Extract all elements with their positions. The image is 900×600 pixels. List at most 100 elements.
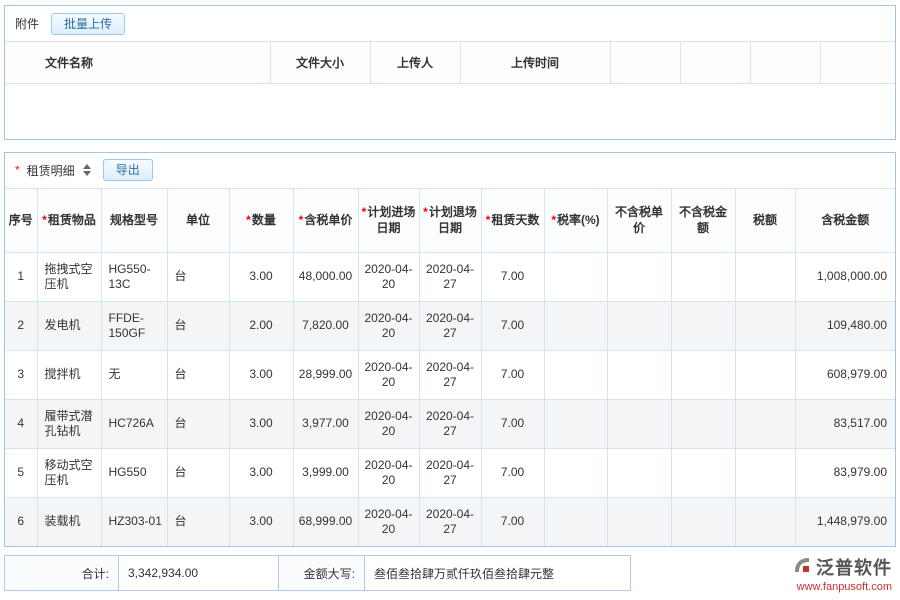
rental-cell: 48,000.00 <box>293 252 358 301</box>
rental-cell: 3.00 <box>229 399 293 448</box>
rental-cell <box>735 252 795 301</box>
rental-cell: 7.00 <box>481 497 544 546</box>
rental-cell: 台 <box>167 350 229 399</box>
rental-cell: 发电机 <box>37 301 101 350</box>
rental-cell: 3.00 <box>229 448 293 497</box>
rental-cell <box>544 448 607 497</box>
rental-cell: 2020-04-27 <box>419 350 481 399</box>
rental-cell <box>671 301 735 350</box>
rental-cell: 7.00 <box>481 301 544 350</box>
rental-cell: 3.00 <box>229 252 293 301</box>
rental-cell <box>544 350 607 399</box>
export-button[interactable]: 导出 <box>103 159 153 181</box>
sort-up-icon <box>83 164 91 169</box>
required-asterisk: * <box>486 213 491 227</box>
rental-cell: 2020-04-27 <box>419 252 481 301</box>
rental-cell: 2020-04-20 <box>358 497 419 546</box>
rental-cell: 台 <box>167 399 229 448</box>
rental-cell: 2020-04-20 <box>358 350 419 399</box>
rental-row[interactable]: 4履带式潜孔钻机HC726A台3.003,977.002020-04-20202… <box>5 399 895 448</box>
rental-cell: 台 <box>167 448 229 497</box>
rental-cell <box>735 350 795 399</box>
rental-cell: 3 <box>5 350 37 399</box>
rental-cell <box>671 350 735 399</box>
rental-cell: 装载机 <box>37 497 101 546</box>
rental-cell: 2020-04-27 <box>419 448 481 497</box>
total-label: 合计: <box>4 555 119 591</box>
rental-cell <box>544 497 607 546</box>
rental-row[interactable]: 6装载机HZ303-01台3.0068,999.002020-04-202020… <box>5 497 895 546</box>
rental-col-header: 单位 <box>167 188 229 252</box>
rental-panel: * 租赁明细 导出 序号*租赁物品规格型号单位*数量*含税单价*计划进场日期*计… <box>4 152 896 548</box>
rental-row[interactable]: 1拖拽式空压机HG550-13C台3.0048,000.002020-04-20… <box>5 252 895 301</box>
sort-control[interactable] <box>83 164 91 176</box>
required-asterisk: * <box>423 205 428 219</box>
rental-col-header: 序号 <box>5 188 37 252</box>
attachment-col-header <box>610 42 680 84</box>
rental-detail-title: 租赁明细 <box>27 162 75 179</box>
summary-bar: 合计: 3,342,934.00 金额大写: 叁佰叁拾肆万贰仟玖佰叁拾肆元整 泛… <box>4 555 896 591</box>
rental-cell <box>607 448 671 497</box>
rental-cell <box>735 301 795 350</box>
brand-name: 泛普软件 <box>816 554 892 580</box>
rental-cell: 3.00 <box>229 497 293 546</box>
rental-cell: 无 <box>101 350 167 399</box>
rental-cell <box>607 399 671 448</box>
rental-cell <box>607 497 671 546</box>
rental-cell: 2 <box>5 301 37 350</box>
rental-col-header: *含税单价 <box>293 188 358 252</box>
rental-cell: 83,979.00 <box>795 448 895 497</box>
brand-logo: 泛普软件 www.fanpusoft.com <box>792 555 896 591</box>
rental-row[interactable]: 2发电机FFDE-150GF台2.007,820.002020-04-20202… <box>5 301 895 350</box>
rental-col-header: *租赁物品 <box>37 188 101 252</box>
rental-cell: 2020-04-27 <box>419 497 481 546</box>
rental-header-row: 序号*租赁物品规格型号单位*数量*含税单价*计划进场日期*计划退场日期*租赁天数… <box>5 188 895 252</box>
attachment-col-header <box>750 42 820 84</box>
rental-cell <box>735 497 795 546</box>
rental-cell: 2020-04-20 <box>358 301 419 350</box>
rental-cell: 6 <box>5 497 37 546</box>
attachment-panel: 附件 批量上传 文件名称文件大小上传人上传时间 <box>4 5 896 140</box>
rental-cell <box>544 252 607 301</box>
attachment-col-header: 上传时间 <box>460 42 610 84</box>
rental-cell: 1,008,000.00 <box>795 252 895 301</box>
rental-col-header: *计划退场日期 <box>419 188 481 252</box>
rental-cell: 2020-04-20 <box>358 448 419 497</box>
required-asterisk: * <box>551 213 556 227</box>
rental-cell: 7.00 <box>481 252 544 301</box>
rental-cell: 3,999.00 <box>293 448 358 497</box>
rental-cell: 608,979.00 <box>795 350 895 399</box>
fanpu-logo-icon <box>792 555 812 578</box>
attachment-col-header <box>680 42 750 84</box>
amount-words-label: 金额大写: <box>279 555 365 591</box>
rental-cell: 移动式空压机 <box>37 448 101 497</box>
rental-cell <box>671 252 735 301</box>
batch-upload-button[interactable]: 批量上传 <box>51 13 125 35</box>
rental-row[interactable]: 5移动式空压机HG550台3.003,999.002020-04-202020-… <box>5 448 895 497</box>
attachment-table: 文件名称文件大小上传人上传时间 <box>5 41 895 139</box>
rental-row[interactable]: 3搅拌机无台3.0028,999.002020-04-202020-04-277… <box>5 350 895 399</box>
attachment-toolbar: 附件 批量上传 <box>5 6 895 41</box>
total-value: 3,342,934.00 <box>119 555 279 591</box>
required-asterisk: * <box>15 163 20 177</box>
rental-cell: 2020-04-27 <box>419 399 481 448</box>
rental-cell: 4 <box>5 399 37 448</box>
rental-cell: 5 <box>5 448 37 497</box>
rental-cell: HG550-13C <box>101 252 167 301</box>
rental-col-header: *数量 <box>229 188 293 252</box>
rental-cell: 3,977.00 <box>293 399 358 448</box>
attachment-col-header <box>820 42 895 84</box>
rental-table: 序号*租赁物品规格型号单位*数量*含税单价*计划进场日期*计划退场日期*租赁天数… <box>5 188 895 547</box>
required-asterisk: * <box>362 205 367 219</box>
rental-cell: 7.00 <box>481 448 544 497</box>
rental-col-header: *租赁天数 <box>481 188 544 252</box>
attachments-tab[interactable]: 附件 <box>15 15 39 32</box>
rental-cell: 台 <box>167 301 229 350</box>
sort-down-icon <box>83 171 91 176</box>
rental-col-header: *税率(%) <box>544 188 607 252</box>
rental-cell: 1,448,979.00 <box>795 497 895 546</box>
brand-url: www.fanpusoft.com <box>797 581 892 593</box>
rental-cell <box>544 399 607 448</box>
rental-cell: HZ303-01 <box>101 497 167 546</box>
required-asterisk: * <box>246 213 251 227</box>
